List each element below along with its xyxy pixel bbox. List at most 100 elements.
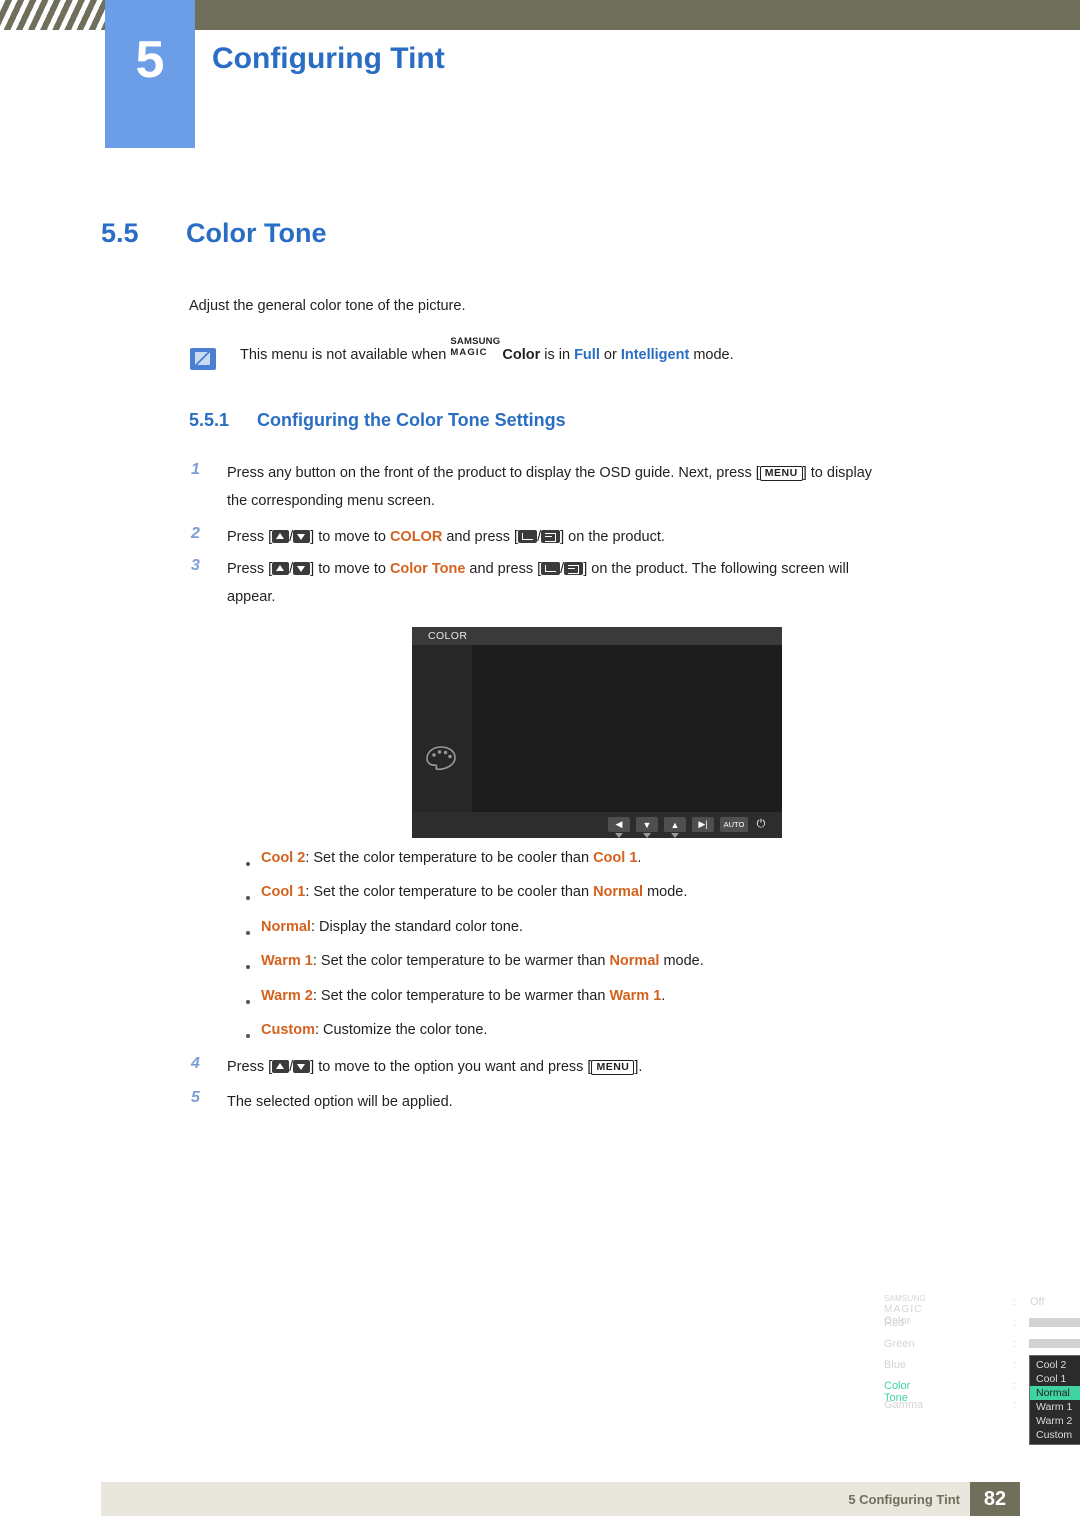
osd-button-left[interactable]: ◀ (608, 817, 630, 832)
bullet-text-a: Set the color temperature to be cooler t… (313, 850, 594, 866)
step-1-text-b: ] to display (802, 465, 873, 481)
bullet-term: Cool 1 (261, 884, 306, 900)
bullet-sep: : (312, 988, 321, 1004)
osd-caret-2 (643, 833, 651, 838)
bullet-text-b: . (661, 988, 666, 1004)
return-icon (541, 562, 561, 575)
osd-slider-green-fill (1029, 1339, 1080, 1348)
arrow-up-icon (272, 530, 290, 543)
bullet-text-a: Set the color temperature to be cooler t… (313, 884, 594, 900)
step-3-line2: appear. (227, 589, 276, 605)
osd-row-label-gamma: Gamma (884, 1399, 924, 1411)
bullet-item-warm2: Warm 2: Set the color temperature to be … (261, 988, 665, 1004)
osd-caret-3 (671, 833, 679, 838)
osd-option-list[interactable]: Cool 2 Cool 1 Normal Warm 1 Warm 2 Custo… (1029, 1355, 1080, 1445)
step-3-text: Press [/] to move to Color Tone and pres… (227, 561, 849, 605)
note-keyword-intelligent: Intelligent (620, 347, 690, 363)
bullet-item-normal: Normal: Display the standard color tone. (261, 919, 523, 935)
osd-slider-red-fill (1029, 1318, 1080, 1327)
osd-colon-magic: : (1013, 1296, 1017, 1308)
step-2-text-a: Press [ (227, 529, 273, 545)
step-4-text-c: ]. (634, 1059, 643, 1075)
bullet-dot (246, 1034, 250, 1038)
osd-colon-color-tone: : (1013, 1380, 1017, 1392)
osd-button-power[interactable]: ⏻ (752, 817, 770, 832)
osd-option-warm2[interactable]: Warm 2 (1030, 1414, 1080, 1428)
step-4-text: Press [/] to move to the option you want… (227, 1059, 643, 1075)
osd-row-label-red: Red (884, 1317, 905, 1329)
step-number-3: 3 (191, 557, 200, 574)
arrow-down-icon (293, 530, 311, 543)
note-text-or: or (599, 347, 621, 363)
bullet-item-custom: Custom: Customize the color tone. (261, 1022, 487, 1038)
enter-icon (564, 562, 584, 575)
osd-colon-red: : (1013, 1317, 1017, 1329)
menu-keycap-step4: MENU (591, 1060, 635, 1075)
bullet-term: Warm 1 (261, 953, 313, 969)
bullet-term2: Normal (593, 884, 644, 900)
osd-button-auto[interactable]: AUTO (720, 817, 748, 832)
osd-row-label-green: Green (884, 1338, 915, 1350)
bullet-text-b: mode. (659, 953, 704, 969)
magic-logo-top: SAMSUNG (450, 336, 501, 347)
osd-option-custom[interactable]: Custom (1030, 1428, 1080, 1442)
bullet-dot (246, 931, 250, 935)
bullet-text-a: Set the color temperature to be warmer t… (320, 953, 610, 969)
osd-option-cool2[interactable]: Cool 2 (1030, 1358, 1080, 1372)
bullet-text-b: . (637, 850, 642, 866)
bullet-term: Warm 2 (261, 988, 313, 1004)
step-3-text-c: and press [ (465, 561, 542, 577)
chapter-title: Configuring Tint (212, 42, 445, 75)
section-number: 5.5 (101, 218, 139, 248)
section-title: Color Tone (186, 218, 327, 248)
step-3-text-b: ] to move to (310, 561, 390, 577)
bullet-dot (246, 965, 250, 969)
note-icon (190, 348, 216, 370)
osd-colon-blue: : (1013, 1359, 1017, 1371)
bullet-term2: Cool 1 (593, 850, 638, 866)
step-3-text-d: ] on the product. The following screen w… (583, 561, 849, 577)
step-number-2: 2 (191, 525, 200, 542)
osd-option-cool1[interactable]: Cool 1 (1030, 1372, 1080, 1386)
bullet-term: Custom (261, 1022, 315, 1038)
osd-row-label-blue: Blue (884, 1359, 907, 1371)
step-4-text-a: Press [ (227, 1059, 273, 1075)
step-1-line2: the corresponding menu screen. (227, 493, 435, 509)
bullet-term2: Normal (609, 953, 660, 969)
osd-caret-1 (615, 833, 623, 838)
enter-icon (541, 530, 561, 543)
osd-option-warm1[interactable]: Warm 1 (1030, 1400, 1080, 1414)
arrow-down-icon (293, 1060, 311, 1073)
bullet-item-cool2: Cool 2: Set the color temperature to be … (261, 850, 641, 866)
osd-button-down[interactable]: ▼ (636, 817, 658, 832)
bullet-dot (246, 1000, 250, 1004)
osd-magic-top: SAMSUNG (884, 1294, 926, 1303)
return-icon (518, 530, 538, 543)
note-text-mid: is in (540, 347, 575, 363)
osd-button-up[interactable]: ▲ (664, 817, 686, 832)
arrow-down-icon (293, 562, 311, 575)
step-4-text-b: ] to move to the option you want and pre… (310, 1059, 592, 1075)
step-3-keyword-color-tone: Color Tone (389, 561, 466, 577)
step-1-text-a: Press any button on the front of the pro… (227, 465, 760, 481)
note-text: This menu is not available when SAMSUNG M… (240, 336, 734, 363)
chapter-number-badge: 5 (105, 0, 195, 148)
osd-button-enter[interactable]: ▶| (692, 817, 714, 832)
bullet-sep: : (310, 919, 320, 935)
note-text-pre: This menu is not available when (240, 347, 451, 363)
osd-auto-label: AUTO (723, 820, 745, 829)
osd-slider-green (1029, 1339, 1080, 1348)
osd-icon-column (412, 645, 472, 820)
bullet-text-b: mode. (643, 884, 688, 900)
step-2-text-d: ] on the product. (560, 529, 665, 545)
osd-option-normal[interactable]: Normal (1030, 1386, 1080, 1400)
step-number-1: 1 (191, 461, 200, 478)
intro-paragraph: Adjust the general color tone of the pic… (189, 298, 466, 314)
osd-colon-gamma: : (1013, 1399, 1017, 1411)
bullet-sep: : (314, 1022, 324, 1038)
bullet-item-cool1: Cool 1: Set the color temperature to be … (261, 884, 687, 900)
step-2-keyword-color: COLOR (389, 529, 443, 545)
step-2-text-b: ] to move to (310, 529, 390, 545)
step-2-text: Press [/] to move to COLOR and press [/]… (227, 529, 665, 545)
note-color-word: Color (502, 347, 541, 363)
